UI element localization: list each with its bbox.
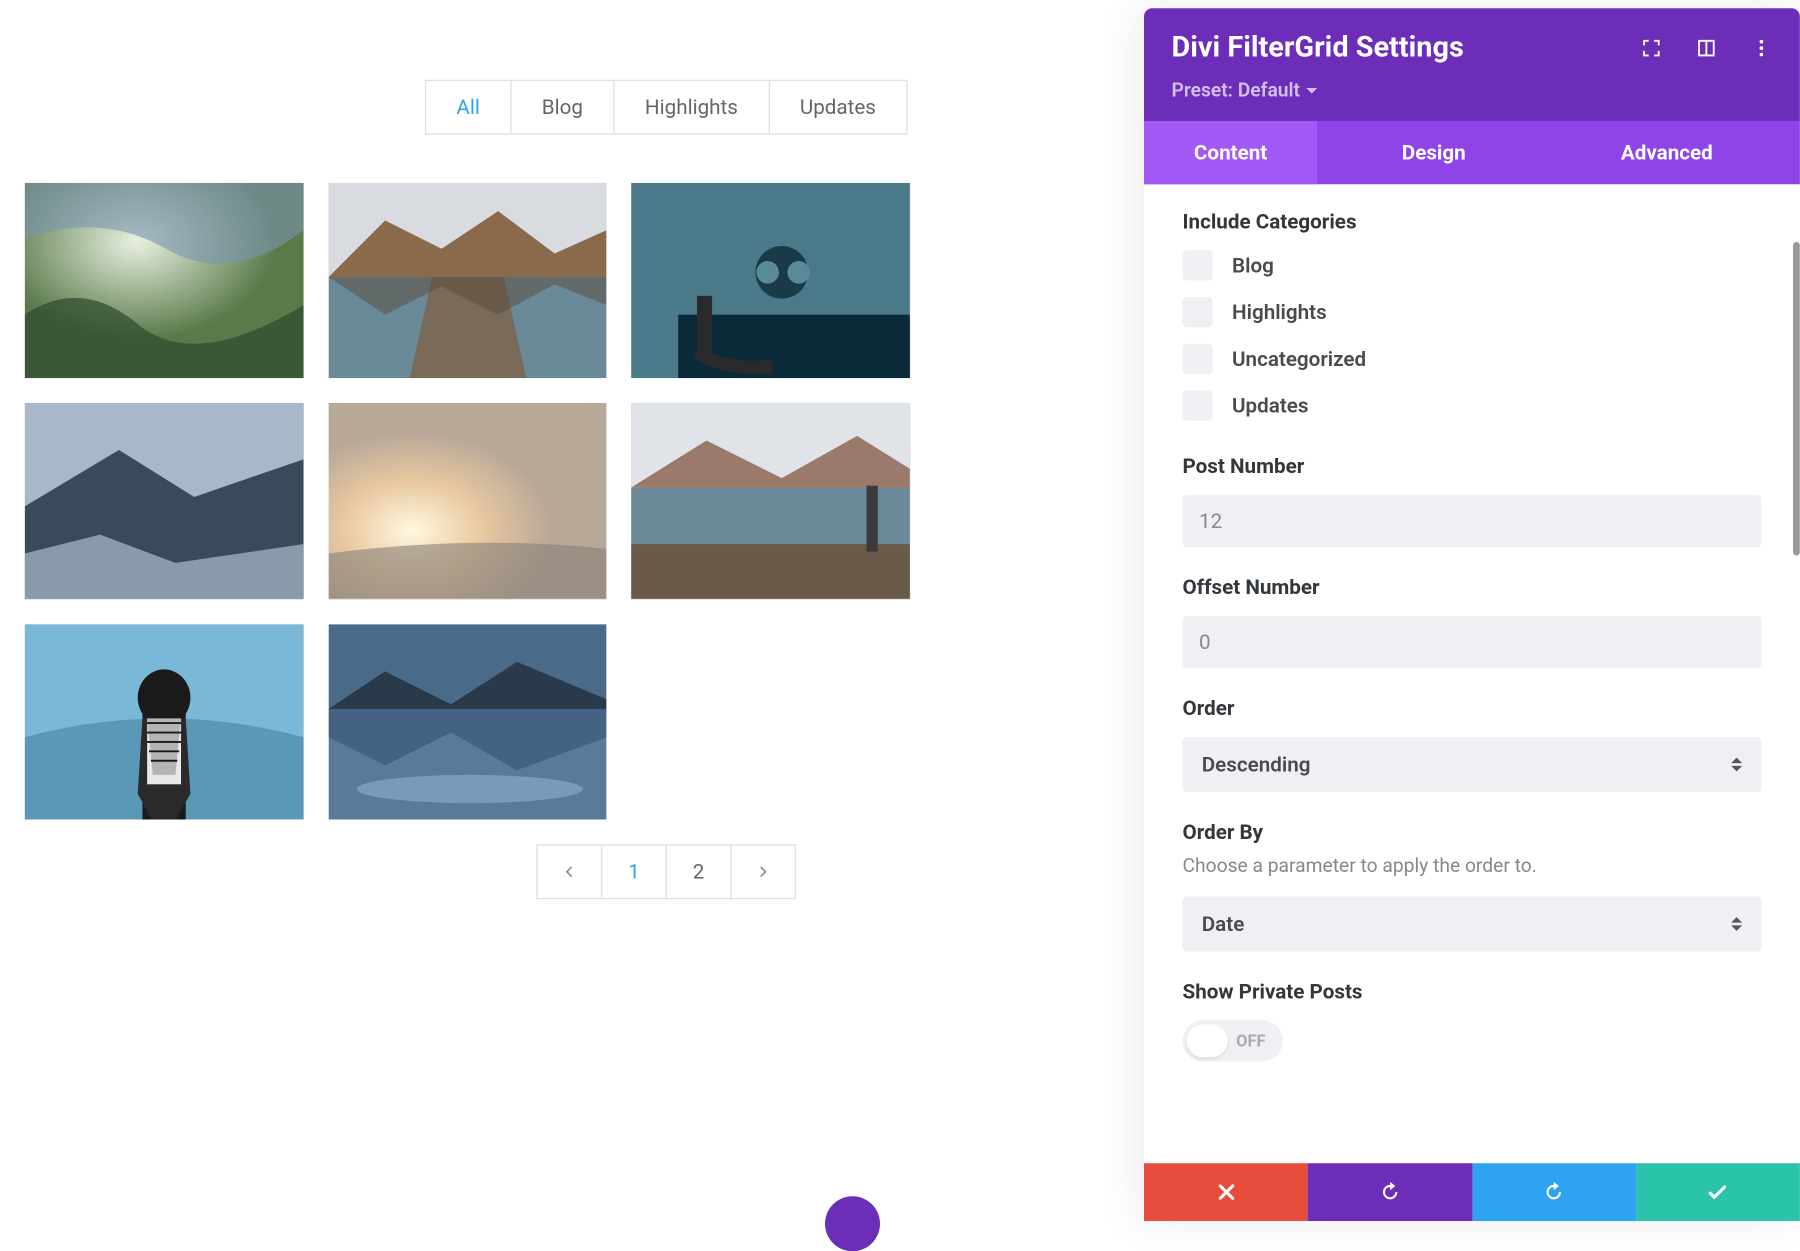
label-order: Order [1183, 696, 1762, 721]
checkbox-uncategorized[interactable]: Uncategorized [1183, 344, 1762, 374]
select-order[interactable]: Descending [1183, 737, 1762, 792]
grid-image[interactable] [25, 624, 304, 820]
checkbox-label: Uncategorized [1232, 347, 1366, 372]
checkbox-icon [1183, 250, 1213, 280]
filter-all[interactable]: All [425, 80, 512, 135]
filter-highlights[interactable]: Highlights [613, 80, 769, 135]
grid-image[interactable] [632, 403, 911, 599]
preset-dropdown[interactable]: Preset: Default [1172, 80, 1318, 102]
grid-image[interactable] [328, 624, 607, 820]
select-order-by[interactable]: Date [1183, 897, 1762, 952]
undo-button[interactable] [1308, 1163, 1472, 1221]
select-value: Date [1202, 912, 1245, 937]
save-button[interactable] [1636, 1163, 1800, 1221]
desc-order-by: Choose a parameter to apply the order to… [1183, 855, 1762, 877]
toggle-knob [1187, 1024, 1228, 1057]
caret-icon [1731, 752, 1742, 777]
grid-image[interactable] [632, 183, 911, 379]
grid-image[interactable] [328, 183, 607, 379]
checkbox-icon [1183, 297, 1213, 327]
label-post-number: Post Number [1183, 454, 1762, 479]
select-value: Descending [1202, 752, 1311, 777]
checkbox-label: Blog [1232, 253, 1274, 278]
grid-image[interactable] [328, 403, 607, 599]
checkbox-icon [1183, 344, 1213, 374]
redo-button[interactable] [1472, 1163, 1636, 1221]
panel-title: Divi FilterGrid Settings [1172, 32, 1464, 65]
toggle-show-private[interactable]: OFF [1183, 1020, 1284, 1061]
label-include-categories: Include Categories [1183, 209, 1762, 234]
checkbox-label: Updates [1232, 393, 1308, 418]
filter-blog[interactable]: Blog [510, 80, 614, 135]
label-offset-number: Offset Number [1183, 575, 1762, 600]
tab-advanced[interactable]: Advanced [1550, 121, 1800, 184]
menu-icon[interactable] [1750, 37, 1772, 59]
dock-icon[interactable] [1695, 37, 1717, 59]
page-1[interactable]: 1 [601, 845, 667, 900]
checkbox-highlights[interactable]: Highlights [1183, 297, 1762, 327]
panel-body[interactable]: Include Categories Blog Highlights Uncat… [1144, 184, 1800, 1163]
image-grid [0, 135, 935, 820]
checkbox-updates[interactable]: Updates [1183, 391, 1762, 421]
input-offset-number[interactable] [1183, 616, 1762, 668]
close-button[interactable] [1144, 1163, 1308, 1221]
label-order-by: Order By [1183, 820, 1762, 845]
panel-tabs: Content Design Advanced [1144, 121, 1800, 184]
grid-image[interactable] [25, 183, 304, 379]
page-2[interactable]: 2 [666, 845, 732, 900]
label-show-private: Show Private Posts [1183, 979, 1762, 1004]
panel-header: Divi FilterGrid Settings Preset: Default [1144, 8, 1800, 121]
checkbox-blog[interactable]: Blog [1183, 250, 1762, 280]
tab-design[interactable]: Design [1317, 121, 1550, 184]
checkbox-label: Highlights [1232, 300, 1327, 325]
page-prev[interactable] [536, 845, 602, 900]
toggle-label: OFF [1236, 1031, 1279, 1050]
input-post-number[interactable] [1183, 495, 1762, 547]
expand-icon[interactable] [1640, 37, 1662, 59]
page-next[interactable] [730, 845, 796, 900]
tab-content[interactable]: Content [1144, 121, 1317, 184]
settings-panel: Divi FilterGrid Settings Preset: Default… [1144, 8, 1800, 1221]
panel-footer [1144, 1163, 1800, 1221]
grid-image[interactable] [25, 403, 304, 599]
filter-updates[interactable]: Updates [768, 80, 907, 135]
checkbox-icon [1183, 391, 1213, 421]
caret-icon [1731, 912, 1742, 937]
